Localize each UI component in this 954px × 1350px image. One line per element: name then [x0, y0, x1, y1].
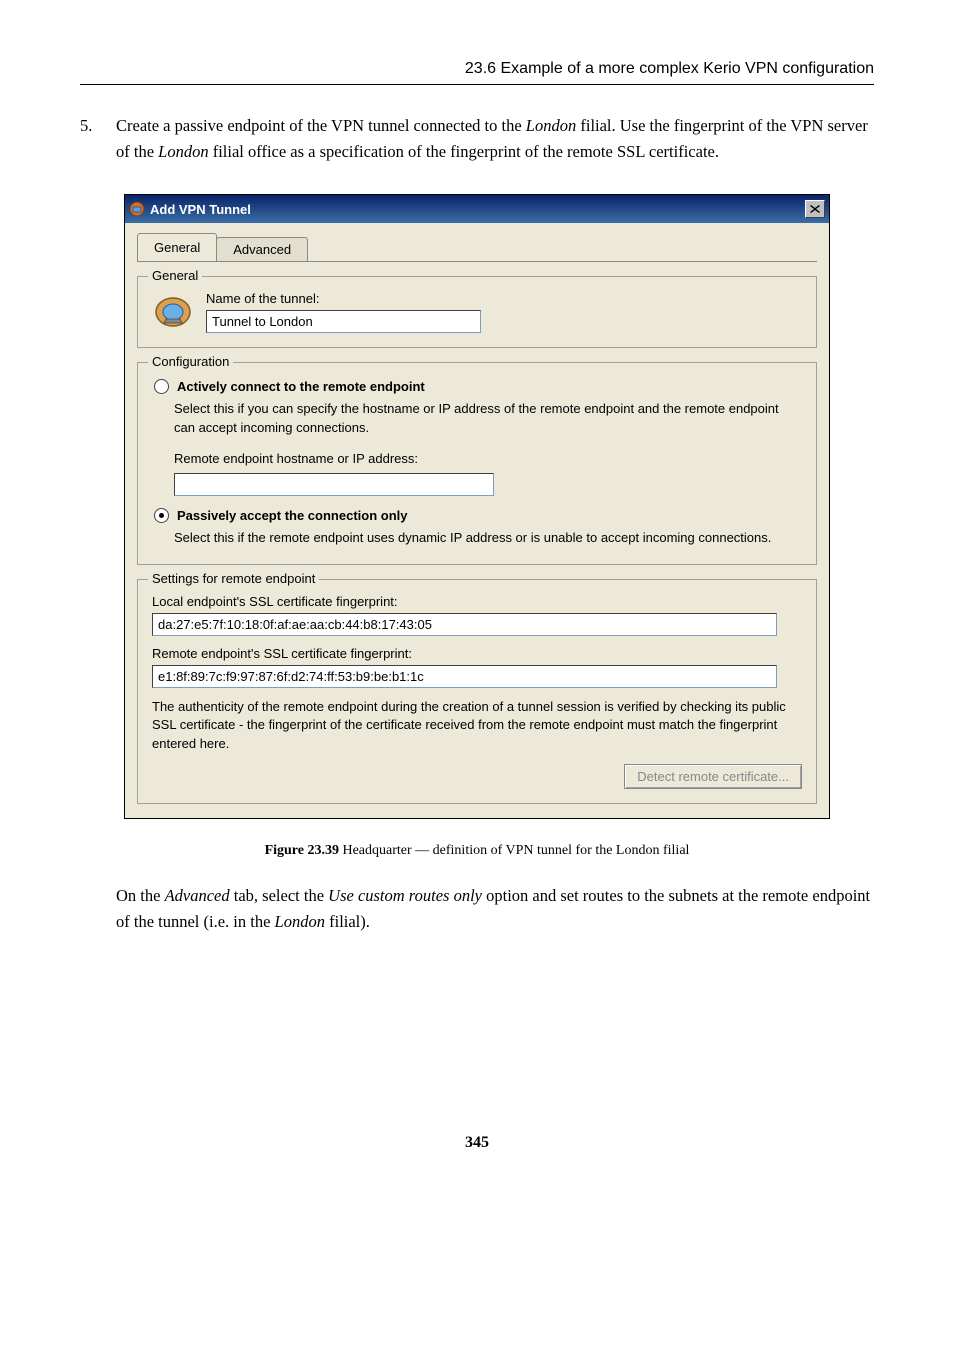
after-t4: filial).	[325, 912, 370, 931]
remote-fingerprint-input[interactable]	[152, 665, 777, 688]
after-i3: London	[275, 912, 325, 931]
settings-group: Settings for remote endpoint Local endpo…	[137, 579, 817, 805]
name-label: Name of the tunnel:	[206, 291, 802, 306]
app-icon	[129, 201, 145, 217]
auth-note: The authenticity of the remote endpoint …	[152, 698, 802, 755]
general-legend: General	[148, 268, 202, 283]
remote-fp-label: Remote endpoint's SSL certificate finger…	[152, 646, 802, 661]
radio-icon	[154, 379, 169, 394]
step-5: 5. Create a passive endpoint of the VPN …	[80, 113, 874, 164]
add-vpn-tunnel-dialog: Add VPN Tunnel General Advanced General	[124, 194, 830, 819]
step-italic-2: London	[158, 142, 208, 161]
local-fp-label: Local endpoint's SSL certificate fingerp…	[152, 594, 802, 609]
radio-active-label: Actively connect to the remote endpoint	[177, 379, 425, 394]
settings-legend: Settings for remote endpoint	[148, 571, 319, 586]
caption-text: Headquarter — definition of VPN tunnel f…	[339, 843, 689, 858]
tabs: General Advanced	[125, 223, 829, 261]
config-legend: Configuration	[148, 354, 233, 369]
configuration-group: Configuration Actively connect to the re…	[137, 362, 817, 564]
tab-general[interactable]: General	[137, 233, 217, 261]
dialog-title: Add VPN Tunnel	[150, 202, 805, 217]
remote-hostname-label: Remote endpoint hostname or IP address:	[174, 450, 802, 469]
radio-passive-accept[interactable]: Passively accept the connection only	[154, 508, 802, 523]
remote-hostname-input[interactable]	[174, 473, 494, 496]
detect-remote-cert-button[interactable]: Detect remote certificate...	[624, 764, 802, 789]
close-button[interactable]	[805, 200, 825, 218]
tab-advanced[interactable]: Advanced	[216, 237, 308, 261]
step-text-1: Create a passive endpoint of the VPN tun…	[116, 116, 526, 135]
radio-active-connect[interactable]: Actively connect to the remote endpoint	[154, 379, 802, 394]
general-group: General Name of the tunnel:	[137, 276, 817, 348]
titlebar: Add VPN Tunnel	[125, 195, 829, 223]
passive-desc: Select this if the remote endpoint uses …	[174, 529, 802, 548]
step-italic-1: London	[526, 116, 576, 135]
after-paragraph: On the Advanced tab, select the Use cust…	[116, 883, 874, 934]
after-t1: On the	[116, 886, 165, 905]
tunnel-icon	[152, 291, 194, 333]
tunnel-name-input[interactable]	[206, 310, 481, 333]
step-body: Create a passive endpoint of the VPN tun…	[116, 113, 874, 164]
after-i2: Use custom routes only	[328, 886, 482, 905]
header-section: 23.6 Example of a more complex Kerio VPN…	[80, 60, 874, 85]
after-t2: tab, select the	[230, 886, 329, 905]
figure-caption: Figure 23.39 Headquarter — definition of…	[80, 843, 874, 859]
after-i1: Advanced	[165, 886, 230, 905]
radio-icon-selected	[154, 508, 169, 523]
local-fingerprint-input[interactable]	[152, 613, 777, 636]
step-text-3: filial office as a specification of the …	[209, 142, 719, 161]
caption-label: Figure 23.39	[265, 843, 339, 858]
page-number: 345	[80, 1134, 874, 1152]
active-desc: Select this if you can specify the hostn…	[174, 400, 802, 438]
step-number: 5.	[80, 113, 116, 164]
radio-passive-label: Passively accept the connection only	[177, 508, 407, 523]
